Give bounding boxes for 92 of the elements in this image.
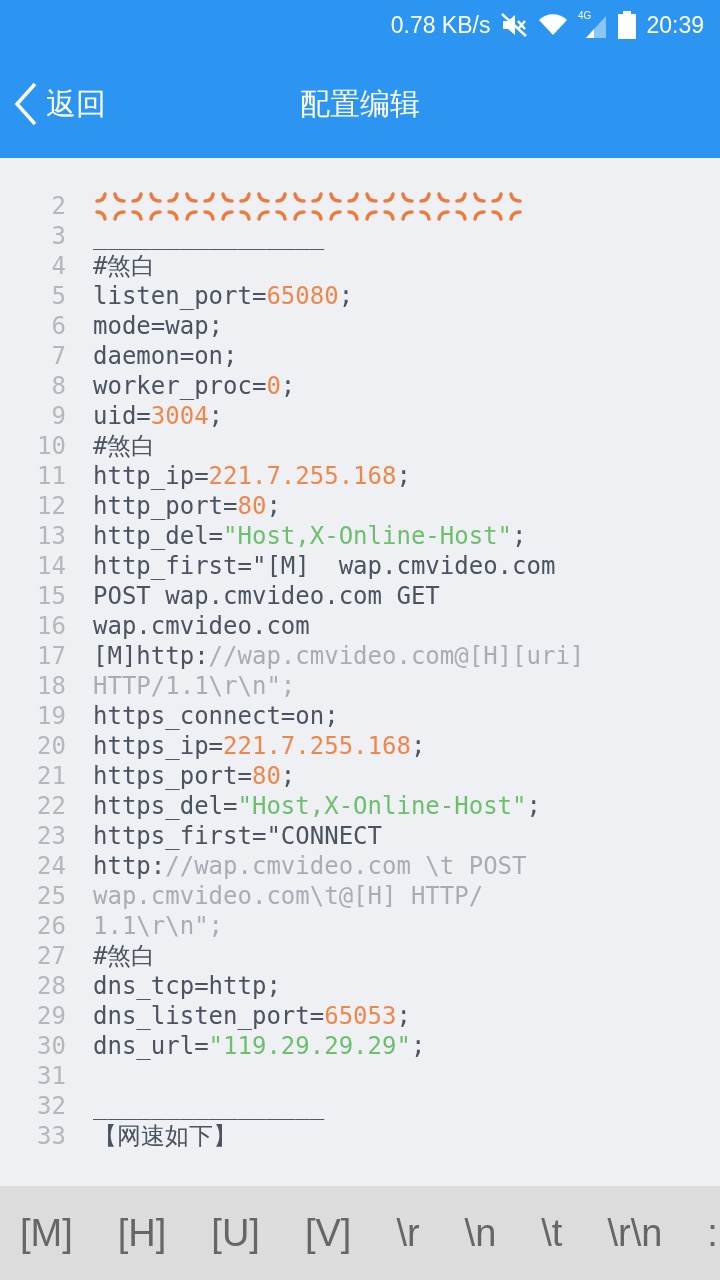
anger-symbol-icon <box>309 191 345 221</box>
anger-symbol-icon <box>237 191 273 221</box>
code-line: listen_port=65080; <box>93 282 354 310</box>
code-line: dns_url="119.29.29.29"; <box>93 1032 426 1060</box>
code-line: 【网速如下】 <box>93 1121 237 1152</box>
code-line: mode=wap; <box>93 312 224 340</box>
line-number: 15 <box>36 582 66 610</box>
line-number: 7 <box>50 342 66 370</box>
page-title: 配置编辑 <box>300 85 420 121</box>
code-line: 1.1\r\n"; <box>93 912 224 940</box>
code-line: https_first="CONNECT <box>93 822 382 850</box>
code-line: #煞白 <box>93 251 156 282</box>
line-number: 18 <box>36 672 66 700</box>
line-number: 24 <box>36 852 66 880</box>
line-number: 21 <box>36 762 66 790</box>
code-line: https_ip=221.7.255.168; <box>93 732 426 760</box>
insert-key[interactable]: [H] <box>117 1211 167 1255</box>
code-line: http_del="Host,X-Online-Host"; <box>93 522 527 550</box>
code-line: dns_listen_port=65053; <box>93 1002 411 1030</box>
anger-symbol-icon <box>129 191 165 221</box>
wifi-icon <box>538 13 569 37</box>
code-line: worker_proc=0; <box>93 372 296 400</box>
line-number: 16 <box>36 612 66 640</box>
code-line: https_port=80; <box>93 762 296 790</box>
code-line: wap.cmvideo.com <box>93 612 310 640</box>
anger-symbol-icon <box>345 191 381 221</box>
code-line: HTTP/1.1\r\n"; <box>93 672 296 700</box>
back-label[interactable]: 返回 <box>46 83 106 125</box>
line-number: 23 <box>36 822 66 850</box>
chevron-left-icon <box>14 82 38 126</box>
insert-key[interactable]: [V] <box>304 1211 352 1255</box>
insert-key[interactable]: [M] <box>20 1211 73 1255</box>
insert-key[interactable]: \r <box>396 1211 420 1255</box>
line-number: 30 <box>36 1032 66 1060</box>
network-speed: 0.78 KB/s <box>390 11 491 39</box>
line-number: 19 <box>36 702 66 730</box>
line-number: 17 <box>36 642 66 670</box>
code-line: http_port=80; <box>93 492 281 520</box>
line-number: 32 <box>36 1092 66 1120</box>
line-number: 9 <box>50 402 66 430</box>
anger-symbol-icon <box>93 191 129 221</box>
line-number: 29 <box>36 1002 66 1030</box>
battery-icon <box>618 11 637 39</box>
line-number: 33 <box>36 1122 66 1150</box>
anger-symbol-icon <box>489 191 525 221</box>
line-number: 6 <box>50 312 66 340</box>
code-line: https_del="Host,X-Online-Host"; <box>93 792 541 820</box>
line-number: 27 <box>36 942 66 970</box>
line-number: 13 <box>36 522 66 550</box>
line-number: 3 <box>50 222 66 250</box>
line-number: 31 <box>36 1062 66 1090</box>
line-number: 5 <box>50 282 66 310</box>
insert-key[interactable]: [U] <box>211 1211 260 1255</box>
code-line: ________________ <box>93 222 325 250</box>
line-number: 8 <box>50 372 66 400</box>
anger-symbol-icon <box>201 191 237 221</box>
anger-symbol-icon <box>273 191 309 221</box>
code-line: POST wap.cmvideo.com GET <box>93 582 440 610</box>
code-line: http_ip=221.7.255.168; <box>93 462 411 490</box>
anger-symbol-icon <box>453 191 489 221</box>
back-button[interactable]: 返回 <box>0 82 106 126</box>
code-line: dns_tcp=http; <box>93 972 281 1000</box>
line-number: 20 <box>36 732 66 760</box>
line-number: 26 <box>36 912 66 940</box>
line-number: 25 <box>36 882 66 910</box>
line-number: 10 <box>36 432 66 460</box>
anger-symbol-icon <box>381 191 417 221</box>
muted-speaker-icon <box>500 12 529 38</box>
code-line: https_connect=on; <box>93 702 339 730</box>
code-line: http_first="[M] wap.cmvideo.com <box>93 552 556 580</box>
code-line: #煞白 <box>93 431 156 462</box>
anger-symbol-icon <box>165 191 201 221</box>
anger-symbol-icon <box>417 191 453 221</box>
code-line: [M]http://wap.cmvideo.com@[H][uri] <box>93 642 585 670</box>
code-line: #煞白 <box>93 941 156 972</box>
code-line: wap.cmvideo.com\t@[H] HTTP/ <box>93 882 484 910</box>
code-line: uid=3004; <box>93 402 224 430</box>
line-number: 11 <box>36 462 66 490</box>
clock: 20:39 <box>646 11 704 39</box>
code-line: daemon=on; <box>93 342 238 370</box>
line-number: 14 <box>36 552 66 580</box>
insert-key[interactable]: \n <box>464 1211 497 1255</box>
line-number: 2 <box>50 192 66 220</box>
insert-key[interactable]: : <box>707 1211 718 1255</box>
insert-key[interactable]: \r\n <box>607 1211 663 1255</box>
line-number: 28 <box>36 972 66 1000</box>
code-line: http://wap.cmvideo.com \t POST <box>93 852 527 880</box>
line-number: 22 <box>36 792 66 820</box>
line-number: 12 <box>36 492 66 520</box>
line-number: 4 <box>50 252 66 280</box>
code-line: ________________ <box>93 1092 325 1120</box>
insert-key[interactable]: \t <box>541 1211 563 1255</box>
